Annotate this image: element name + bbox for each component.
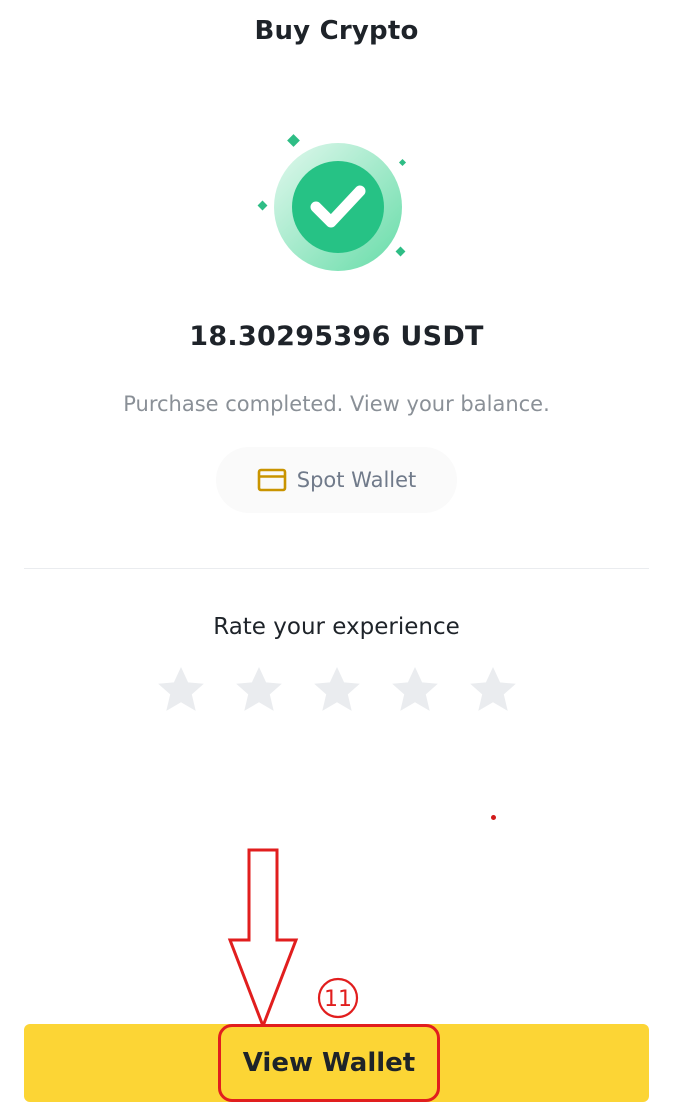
star-icon-2[interactable] bbox=[233, 664, 285, 716]
star-icon-1[interactable] bbox=[155, 664, 207, 716]
star-icon-3[interactable] bbox=[311, 664, 363, 716]
step-number: 11 bbox=[324, 987, 352, 1012]
purchase-status-message: Purchase completed. View your balance. bbox=[123, 392, 550, 416]
view-wallet-button[interactable]: View Wallet bbox=[218, 1024, 440, 1102]
page-title: Buy Crypto bbox=[254, 16, 419, 46]
star-icon-5[interactable] bbox=[467, 664, 519, 716]
spot-wallet-button[interactable]: Spot Wallet bbox=[216, 447, 457, 513]
divider bbox=[24, 568, 649, 569]
purchase-amount: 18.30295396 USDT bbox=[189, 321, 484, 352]
wallet-icon bbox=[257, 468, 287, 492]
down-arrow-icon bbox=[227, 848, 299, 1031]
rate-experience-label: Rate your experience bbox=[213, 614, 460, 640]
check-circle-icon bbox=[257, 134, 407, 271]
spot-wallet-label: Spot Wallet bbox=[296, 468, 417, 492]
step-number-marker: 11 bbox=[317, 977, 359, 1019]
annotation-dot bbox=[491, 815, 496, 820]
star-icon-4[interactable] bbox=[389, 664, 441, 716]
star-rating bbox=[155, 664, 519, 716]
